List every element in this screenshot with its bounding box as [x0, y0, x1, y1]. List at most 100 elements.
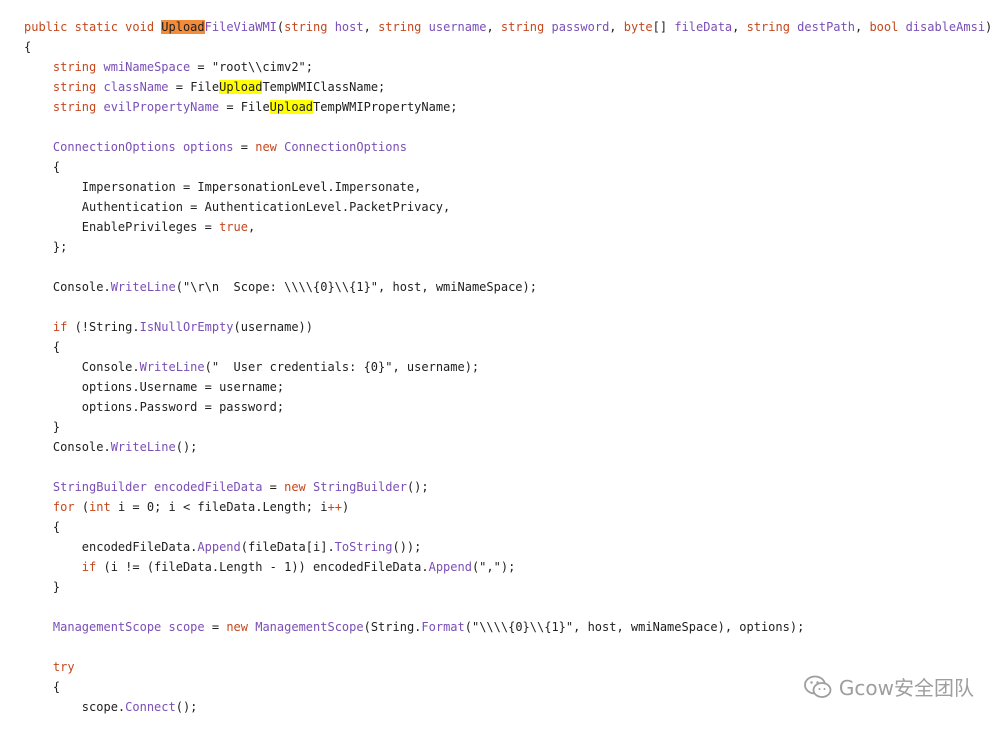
code-token: fileData	[674, 20, 733, 34]
code-token: (String.	[363, 620, 422, 634]
code-token: {	[24, 680, 61, 694]
code-token: =	[233, 140, 256, 154]
code-token: FileViaWMI	[204, 20, 277, 34]
code-token: string	[378, 20, 422, 34]
code-token: if	[52, 320, 68, 334]
code-token: WriteLine	[139, 360, 205, 374]
code-token: }	[24, 420, 61, 434]
code-token: []	[652, 20, 675, 34]
code-token: Append	[428, 560, 472, 574]
code-token: ToString	[334, 540, 393, 554]
code-token: string	[284, 20, 328, 34]
code-token: StringBuilder	[305, 480, 407, 494]
code-line: }	[24, 417, 1008, 437]
code-token: TempWMIClassName;	[262, 80, 386, 94]
code-token: evilPropertyName	[96, 100, 220, 114]
code-token: i = 0; i < fileData.Length; i	[110, 500, 328, 514]
code-token: ();	[406, 480, 429, 494]
code-token: username	[421, 20, 487, 34]
code-token: options.Password = password;	[24, 400, 285, 414]
code-block: public static void UploadFileViaWMI(stri…	[24, 17, 1008, 717]
code-token: )	[341, 500, 350, 514]
code-line: {	[24, 37, 1008, 57]
code-token: IsNullOrEmpty	[139, 320, 234, 334]
code-token: if	[81, 560, 97, 574]
code-line: for (int i = 0; i < fileData.Length; i++…	[24, 497, 1008, 517]
code-token: ,	[247, 220, 256, 234]
code-line: if (i != (fileData.Length - 1)) encodedF…	[24, 557, 1008, 577]
code-line: {	[24, 337, 1008, 357]
code-line: }	[24, 577, 1008, 597]
code-token: ,	[486, 20, 501, 34]
code-token: ("\r\n Scope: \\\\{0}\\{1}", host, wmiNa…	[175, 280, 537, 294]
code-token: Console.	[24, 360, 140, 374]
code-token: destPath	[789, 20, 855, 34]
code-token: true	[219, 220, 248, 234]
code-token: (" User credentials: {0}", username);	[204, 360, 480, 374]
code-token: bool	[869, 20, 899, 34]
code-token: (username))	[233, 320, 314, 334]
code-token: }	[24, 580, 61, 594]
code-line: ConnectionOptions options = new Connecti…	[24, 137, 1008, 157]
code-line: public static void UploadFileViaWMI(stri…	[24, 17, 1008, 37]
code-line: StringBuilder encodedFileData = new Stri…	[24, 477, 1008, 497]
code-token: (!String.	[67, 320, 140, 334]
code-token: = File	[219, 100, 270, 114]
code-token: new	[284, 480, 306, 494]
code-token: string	[52, 80, 97, 94]
code-token: new	[255, 140, 277, 154]
code-line: Impersonation = ImpersonationLevel.Imper…	[24, 177, 1008, 197]
code-token: Authentication = AuthenticationLevel.Pac…	[24, 200, 451, 214]
code-line: Console.WriteLine();	[24, 437, 1008, 457]
code-token: try	[52, 660, 75, 674]
code-token: {	[24, 520, 61, 534]
code-token: ConnectionOptions	[276, 140, 407, 154]
code-token: scope.	[24, 700, 126, 714]
code-token: ++	[327, 500, 342, 514]
watermark-text: Gcow安全团队	[838, 676, 974, 700]
code-line: };	[24, 237, 1008, 257]
code-token: string	[500, 20, 545, 34]
code-line: options.Password = password;	[24, 397, 1008, 417]
code-token: ,	[609, 20, 624, 34]
code-token: EnablePrivileges =	[24, 220, 220, 234]
code-token: Console.	[24, 440, 111, 454]
code-token: ManagementScope scope	[52, 620, 205, 634]
code-token: (i != (fileData.Length - 1)) encodedFile…	[96, 560, 429, 574]
code-token: ,	[363, 20, 379, 34]
code-line: {	[24, 157, 1008, 177]
code-token: ,	[854, 20, 870, 34]
watermark: Gcow安全团队	[803, 672, 974, 701]
code-token: string	[52, 60, 97, 74]
code-token: disableAmsi	[898, 20, 986, 34]
code-token: };	[24, 240, 68, 254]
code-token: ();	[175, 440, 198, 454]
code-token: host	[327, 20, 364, 34]
search-highlight: Upload	[219, 80, 263, 94]
code-token: Append	[197, 540, 241, 554]
code-token: byte	[623, 20, 653, 34]
code-line: ManagementScope scope = new ManagementSc…	[24, 617, 1008, 637]
code-token: ());	[392, 540, 422, 554]
code-token: {	[24, 40, 32, 54]
code-token: Console.	[24, 280, 111, 294]
code-token: ManagementScope	[248, 620, 364, 634]
code-token: password	[544, 20, 610, 34]
code-token: ();	[175, 700, 198, 714]
code-line: Console.WriteLine(" User credentials: {0…	[24, 357, 1008, 377]
code-token: wmiNameSpace	[96, 60, 191, 74]
code-token: className	[96, 80, 169, 94]
code-token: {	[24, 160, 61, 174]
code-token: for	[52, 500, 75, 514]
wechat-icon	[803, 674, 833, 700]
code-token: string	[746, 20, 790, 34]
